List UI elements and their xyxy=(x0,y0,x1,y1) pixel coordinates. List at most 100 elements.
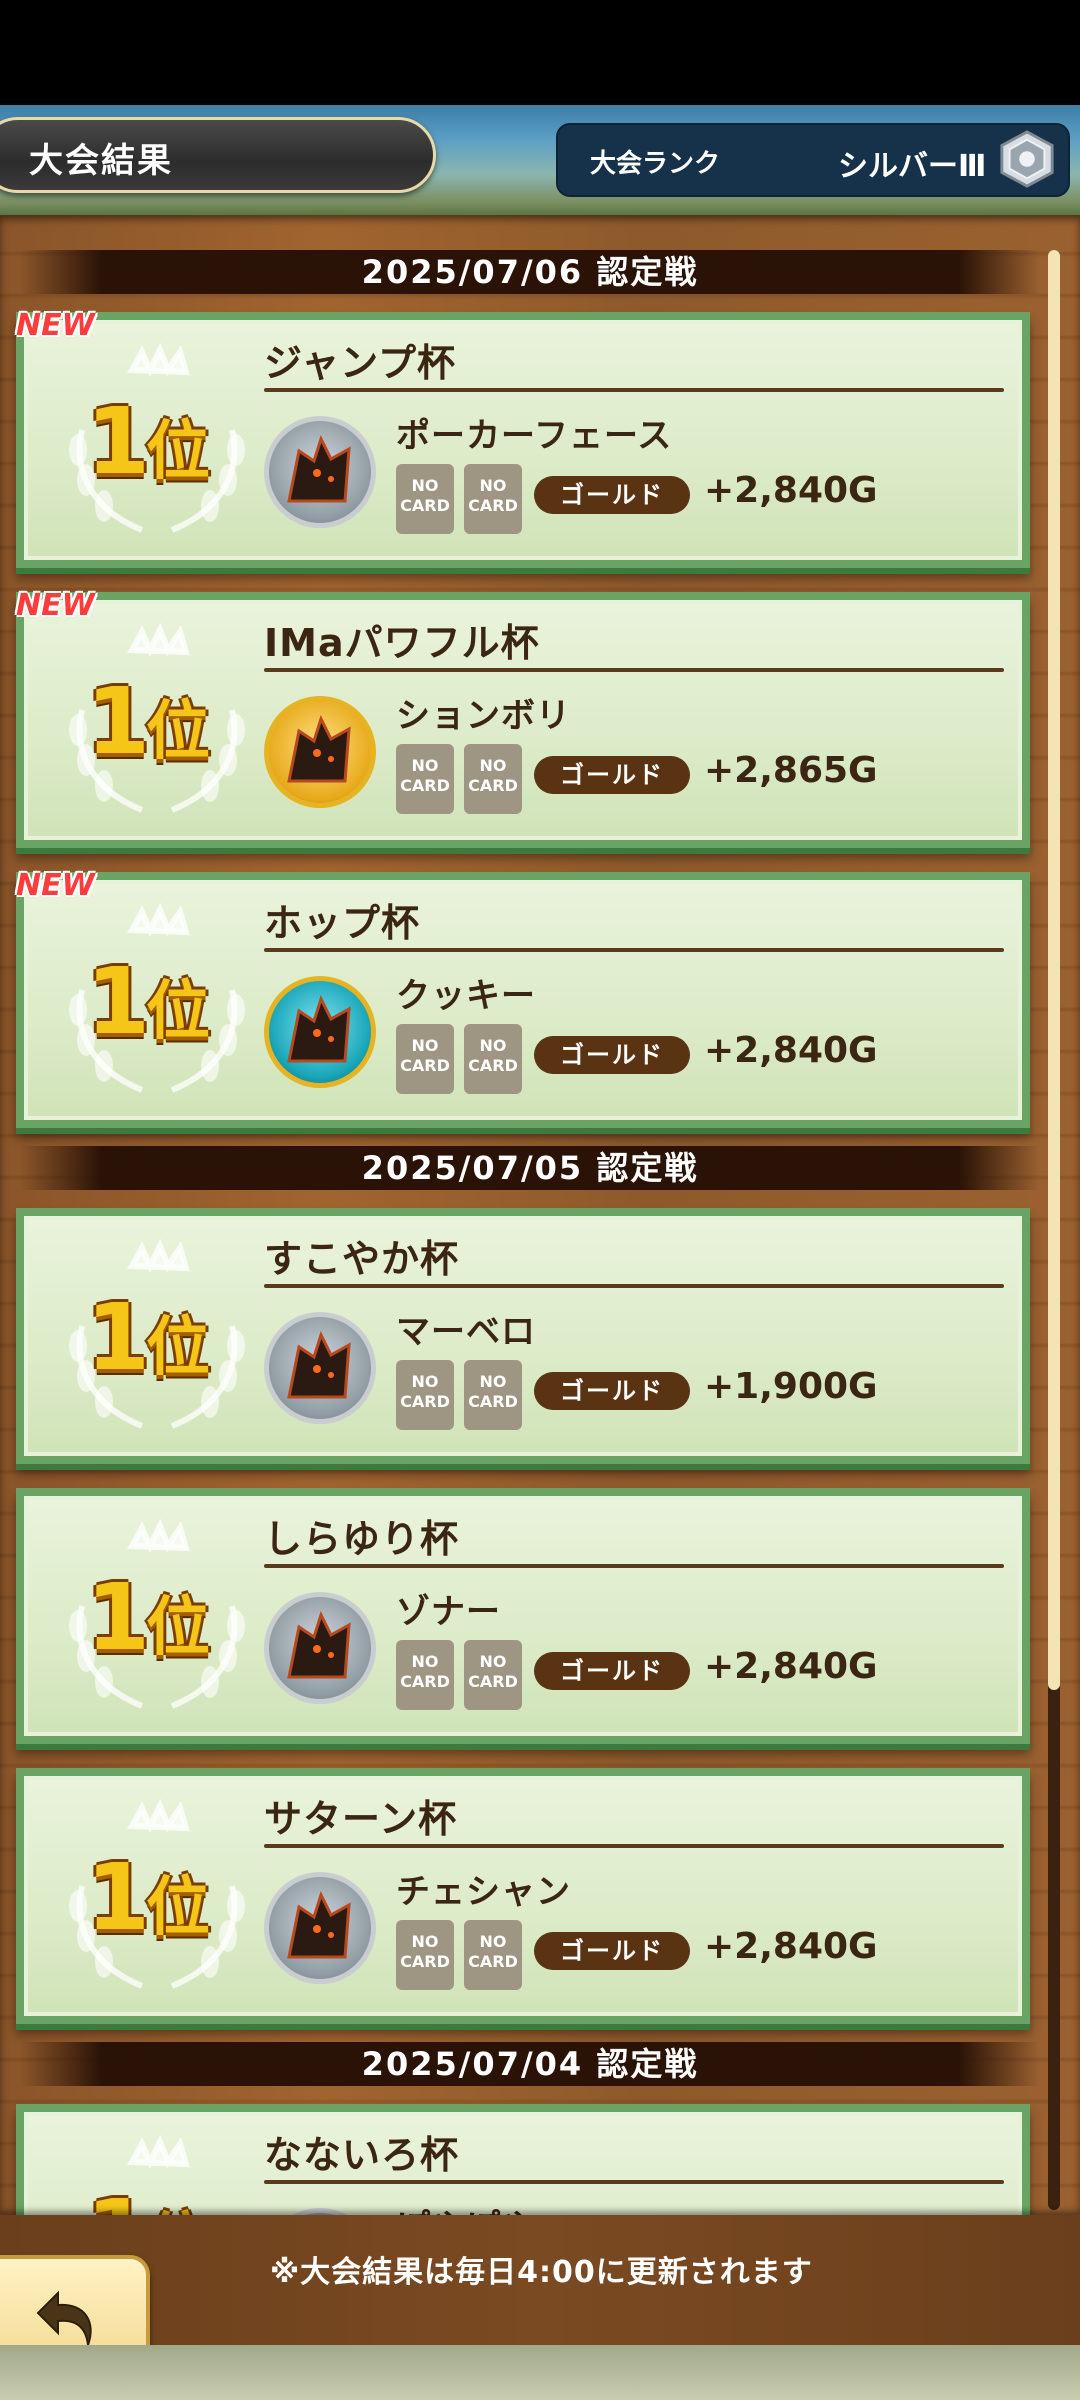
divider xyxy=(264,948,1004,952)
monster-avatar[interactable] xyxy=(264,696,376,808)
divider xyxy=(264,1844,1004,1848)
no-card-label: NO CARD xyxy=(468,1932,518,1971)
gold-tag: ゴールド xyxy=(534,1652,690,1690)
placement-suffix: 位 xyxy=(146,1871,210,1945)
new-badge: NEW xyxy=(16,308,95,343)
monster-avatar[interactable] xyxy=(264,1592,376,1704)
monster-avatar[interactable] xyxy=(264,976,376,1088)
no-card-slot: NO CARD xyxy=(464,744,522,814)
result-card[interactable]: 1位 ジャンプ杯 ポーカーフェース NO CARD NO CARD ゴールド +2,840G xyxy=(16,312,1030,568)
gold-tag: ゴールド xyxy=(534,1036,690,1074)
scrollbar-thumb[interactable] xyxy=(1048,250,1060,1690)
no-card-slot: NO CARD xyxy=(396,1024,454,1094)
monster-avatar[interactable] xyxy=(264,416,376,528)
monster-avatar[interactable] xyxy=(264,1312,376,1424)
new-badge: NEW xyxy=(16,588,95,623)
result-card[interactable]: 1位 IMaパワフル杯ションボリ NO CARD NO CARD ゴールド +2,865G xyxy=(16,592,1030,848)
status-bar xyxy=(0,0,1080,105)
placement-medal: 1位 xyxy=(86,1848,246,1948)
no-card-slot: NO CARD xyxy=(464,1024,522,1094)
silver-rank-emblem-icon xyxy=(1000,130,1054,188)
placement-medal: 1位 xyxy=(86,952,246,1052)
result-card[interactable]: 1位 サターン杯 チェシャン NO CARD NO CARD ゴールド +2,840G xyxy=(16,1768,1030,2024)
placement-medal: 1位 xyxy=(86,1288,246,1388)
placement-suffix: 位 xyxy=(146,975,210,1049)
no-card-label: NO CARD xyxy=(400,756,450,795)
date-label: 2025/07/06 認定戦 xyxy=(361,253,699,291)
header: 大会結果 大会ランク シルバーⅢ xyxy=(0,105,1080,220)
gold-tag: ゴールド xyxy=(534,756,690,794)
cup-name: なないろ杯 xyxy=(264,2133,460,2177)
new-badge: NEW xyxy=(16,868,95,903)
gold-reward: +2,865G xyxy=(704,750,878,791)
placement-number: 1 xyxy=(86,948,150,1055)
no-card-label: NO CARD xyxy=(468,756,518,795)
page-title: 大会結果 xyxy=(29,141,173,181)
no-card-label: NO CARD xyxy=(400,1036,450,1075)
gold-tag: ゴールド xyxy=(534,1932,690,1970)
placement-number: 1 xyxy=(86,1844,150,1951)
divider xyxy=(264,668,1004,672)
rank-value: シルバーⅢ xyxy=(838,149,987,184)
monster-icon xyxy=(287,715,351,783)
player-name: チェシャン xyxy=(396,1872,571,1912)
date-banner: 2025/07/05 認定戦 xyxy=(20,1146,1040,1190)
result-card[interactable]: 1位 ホップ杯 クッキー NO CARD NO CARD ゴールド +2,840G xyxy=(16,872,1030,1128)
no-card-slot: NO CARD xyxy=(396,744,454,814)
placement-suffix: 位 xyxy=(146,1311,210,1385)
date-banner: 2025/07/04 認定戦 xyxy=(20,2042,1040,2086)
placement-number: 1 xyxy=(86,1564,150,1671)
no-card-label: NO CARD xyxy=(400,1652,450,1691)
monster-icon xyxy=(287,1891,351,1959)
gold-reward: +2,840G xyxy=(704,1646,878,1687)
no-card-label: NO CARD xyxy=(400,1932,450,1971)
divider xyxy=(264,1284,1004,1288)
placement-suffix: 位 xyxy=(146,695,210,769)
cup-name: ジャンプ杯 xyxy=(264,341,456,385)
no-card-label: NO CARD xyxy=(468,476,518,515)
placement-number: 1 xyxy=(86,388,150,495)
placement-medal: 1位 xyxy=(86,1568,246,1668)
cup-name: IMaパワフル杯 xyxy=(264,621,540,665)
result-card[interactable]: 1位 すこやか杯 マーベロ NO CARD NO CARD ゴールド +1,900G xyxy=(16,1208,1030,1464)
monster-icon xyxy=(287,435,351,503)
gold-tag: ゴールド xyxy=(534,1372,690,1410)
no-card-label: NO CARD xyxy=(468,1036,518,1075)
date-banner: 2025/07/06 認定戦 xyxy=(20,250,1040,294)
placement-medal: 1位 xyxy=(86,392,246,492)
divider xyxy=(264,388,1004,392)
no-card-label: NO CARD xyxy=(400,1372,450,1411)
title-pill: 大会結果 xyxy=(0,117,436,193)
placement-number: 1 xyxy=(86,1284,150,1391)
gold-reward: +2,840G xyxy=(704,1030,878,1071)
placement-suffix: 位 xyxy=(146,1591,210,1665)
player-name: ションボリ xyxy=(396,696,571,736)
gold-tag: ゴールド xyxy=(534,476,690,514)
monster-avatar[interactable] xyxy=(264,1872,376,1984)
player-name: クッキー xyxy=(396,976,536,1016)
gold-reward: +2,840G xyxy=(704,1926,878,1967)
tournament-results-screen: 大会結果 大会ランク シルバーⅢ 2025/07/06 認定戦 1位 ジャンプ杯 ポー… xyxy=(0,0,1080,2400)
rank-label: 大会ランク xyxy=(590,149,721,179)
no-card-label: NO CARD xyxy=(400,476,450,515)
no-card-slot: NO CARD xyxy=(396,1640,454,1710)
date-label: 2025/07/05 認定戦 xyxy=(361,1149,699,1187)
no-card-slot: NO CARD xyxy=(464,464,522,534)
monster-icon xyxy=(287,1611,351,1679)
no-card-slot: NO CARD xyxy=(464,1920,522,1990)
divider xyxy=(264,1564,1004,1568)
player-name: マーベロ xyxy=(396,1312,536,1352)
monster-icon xyxy=(287,1331,351,1399)
update-notice: ※大会結果は毎日4:00に更新されます xyxy=(270,2255,813,2290)
date-label: 2025/07/04 認定戦 xyxy=(361,2045,699,2083)
result-card[interactable]: 1位 しらゆり杯 ゾナー NO CARD NO CARD ゴールド +2,840G xyxy=(16,1488,1030,1744)
no-card-slot: NO CARD xyxy=(464,1360,522,1430)
player-name: ポーカーフェース xyxy=(396,416,673,456)
placement-number: 1 xyxy=(86,668,150,775)
scrollbar[interactable] xyxy=(1048,250,1060,2210)
no-card-label: NO CARD xyxy=(468,1652,518,1691)
gold-reward: +2,840G xyxy=(704,470,878,511)
cup-name: しらゆり杯 xyxy=(264,1517,460,1561)
no-card-label: NO CARD xyxy=(468,1372,518,1411)
placement-suffix: 位 xyxy=(146,415,210,489)
